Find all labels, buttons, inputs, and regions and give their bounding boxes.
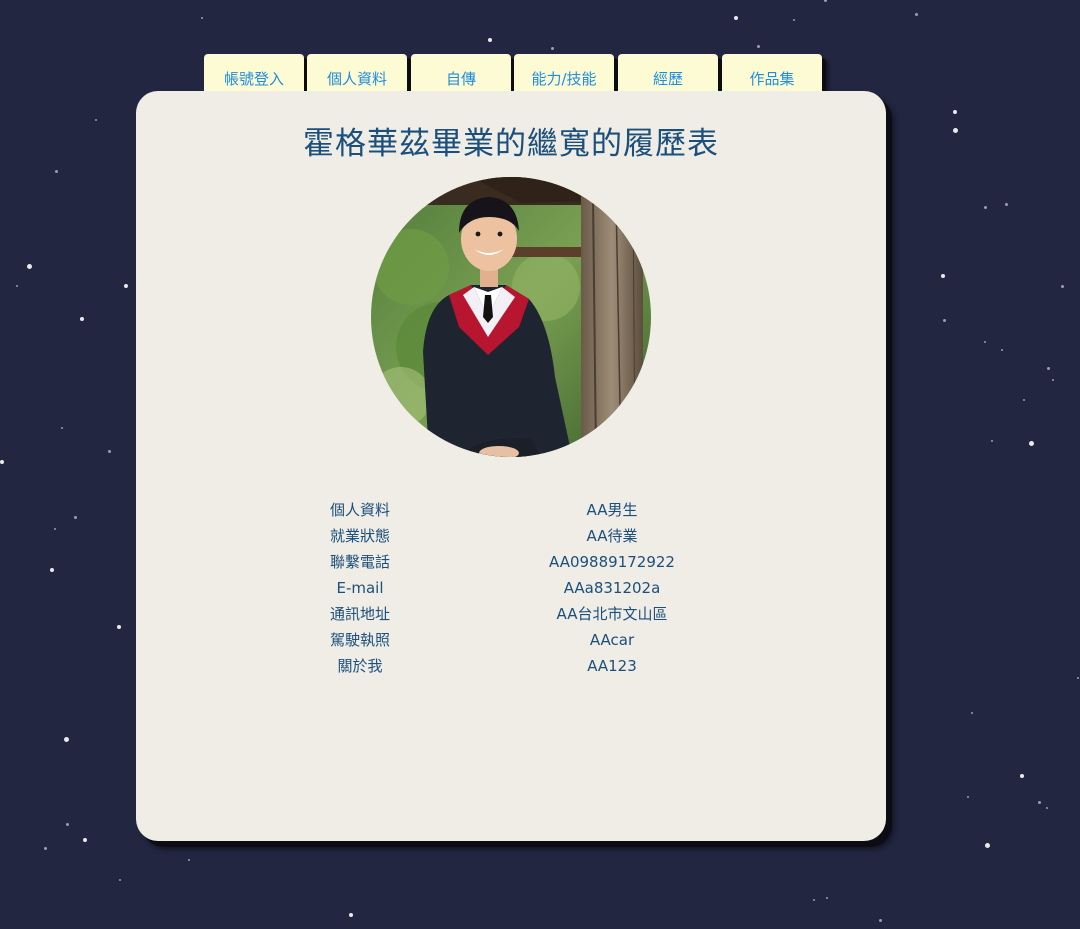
star-dot [1001, 349, 1003, 351]
info-value: AA男生 [586, 501, 638, 519]
star-dot [1060, 284, 1064, 288]
info-value: AAa831202a [563, 579, 661, 597]
star-dot [914, 12, 918, 16]
info-row: E-mail AAa831202a [136, 575, 886, 601]
info-row: 就業狀態 AA待業 [136, 523, 886, 549]
star-dot [95, 119, 97, 121]
star-dot [941, 274, 945, 278]
star-dot [984, 842, 990, 848]
info-value: AA台北市文山區 [556, 605, 668, 623]
star-dot [967, 796, 969, 798]
info-label: 駕駛執照 [329, 631, 390, 649]
star-dot [16, 285, 18, 287]
star-dot [1028, 440, 1034, 446]
star-dot [107, 449, 111, 453]
info-value: AA123 [587, 657, 637, 675]
star-dot [813, 899, 815, 901]
info-row: 個人資料 AA男生 [136, 497, 886, 523]
star-dot [953, 110, 957, 114]
info-label: 個人資料 [329, 501, 390, 519]
info-label: 聯繫電話 [329, 553, 390, 571]
page-title: 霍格華茲畢業的繼寬的履歷表 [303, 126, 719, 162]
star-dot [83, 838, 87, 842]
star-dot [50, 568, 54, 572]
star-dot [349, 913, 353, 917]
star-dot [201, 17, 203, 19]
star-dot [80, 317, 84, 321]
info-label: 通訊地址 [329, 605, 390, 623]
star-dot [826, 897, 828, 899]
star-dot [54, 528, 56, 530]
star-dot [61, 427, 63, 429]
info-row: 駕駛執照 AAcar [136, 627, 886, 653]
star-dot [952, 127, 958, 133]
star-dot [1052, 379, 1054, 381]
star-dot [971, 712, 973, 714]
star-dot [0, 460, 4, 464]
star-dot [984, 341, 986, 343]
star-dot [1020, 774, 1024, 778]
star-dot [1023, 399, 1025, 401]
resume-card: 霍格華茲畢業的繼寬的履歷表 個人資料 AA男生 就業狀態 AA待業 聯繫電話 A… [136, 91, 886, 841]
star-dot [550, 46, 554, 50]
star-dot [1037, 800, 1041, 804]
star-dot [1046, 366, 1050, 370]
star-dot [124, 284, 128, 288]
star-dot [793, 19, 795, 21]
star-dot [188, 859, 190, 861]
info-row: 通訊地址 AA台北市文山區 [136, 601, 886, 627]
info-label: E-mail [336, 579, 384, 597]
star-dot [488, 38, 492, 42]
star-dot [1046, 807, 1048, 809]
star-dot [119, 879, 121, 881]
info-label: 就業狀態 [329, 527, 390, 545]
star-dot [26, 263, 32, 269]
star-dot [991, 440, 993, 442]
star-dot [1004, 202, 1008, 206]
star-dot [117, 625, 121, 629]
star-dot [983, 205, 987, 209]
star-dot [823, 0, 827, 2]
info-value: AA09889172922 [549, 553, 675, 571]
star-dot [43, 846, 47, 850]
info-value: AA待業 [586, 527, 638, 545]
star-dot [734, 16, 738, 20]
star-dot [756, 44, 760, 48]
info-row: 聯繫電話 AA09889172922 [136, 549, 886, 575]
star-dot [942, 318, 946, 322]
star-dot [73, 515, 77, 519]
star-dot [65, 822, 69, 826]
star-dot [54, 169, 58, 173]
info-row: 關於我 AA123 [136, 653, 886, 679]
info-value: AAcar [589, 631, 635, 649]
info-label: 關於我 [337, 657, 383, 675]
graduate-portrait-photo [371, 177, 651, 457]
star-dot [1077, 677, 1079, 679]
star-dot [63, 736, 69, 742]
star-dot [878, 918, 882, 922]
avatar [371, 177, 651, 457]
